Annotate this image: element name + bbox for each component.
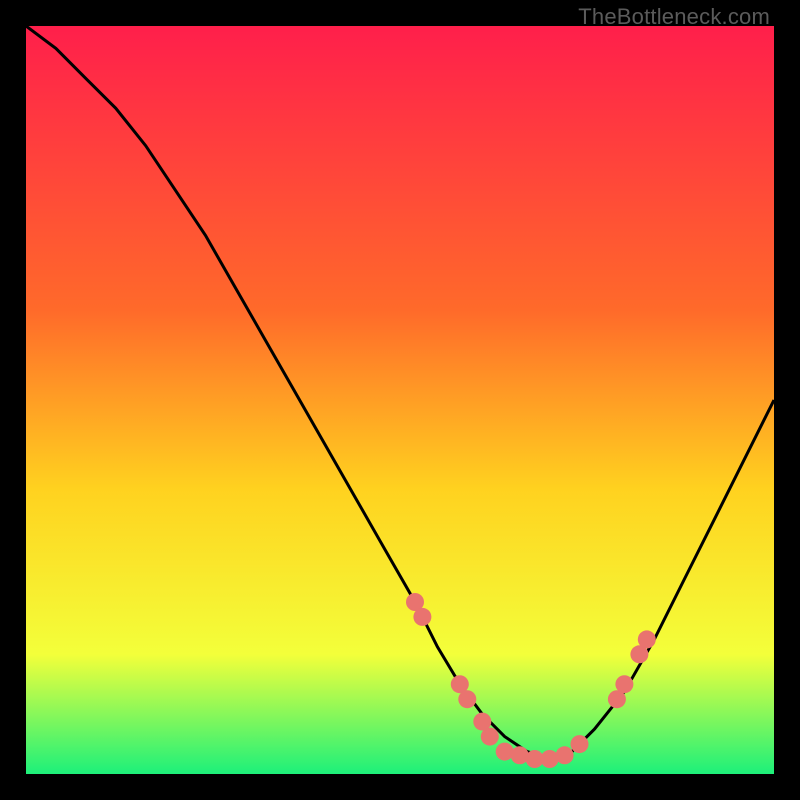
watermark-text: TheBottleneck.com bbox=[578, 4, 770, 30]
data-dot bbox=[541, 750, 559, 768]
data-dot bbox=[413, 608, 431, 626]
data-dot bbox=[615, 675, 633, 693]
chart-svg bbox=[26, 26, 774, 774]
data-dot bbox=[638, 630, 656, 648]
data-dot bbox=[481, 728, 499, 746]
data-dot bbox=[556, 746, 574, 764]
plot-area bbox=[26, 26, 774, 774]
chart-frame: TheBottleneck.com bbox=[0, 0, 800, 800]
data-dot bbox=[571, 735, 589, 753]
data-dot bbox=[496, 743, 514, 761]
data-dot bbox=[458, 690, 476, 708]
